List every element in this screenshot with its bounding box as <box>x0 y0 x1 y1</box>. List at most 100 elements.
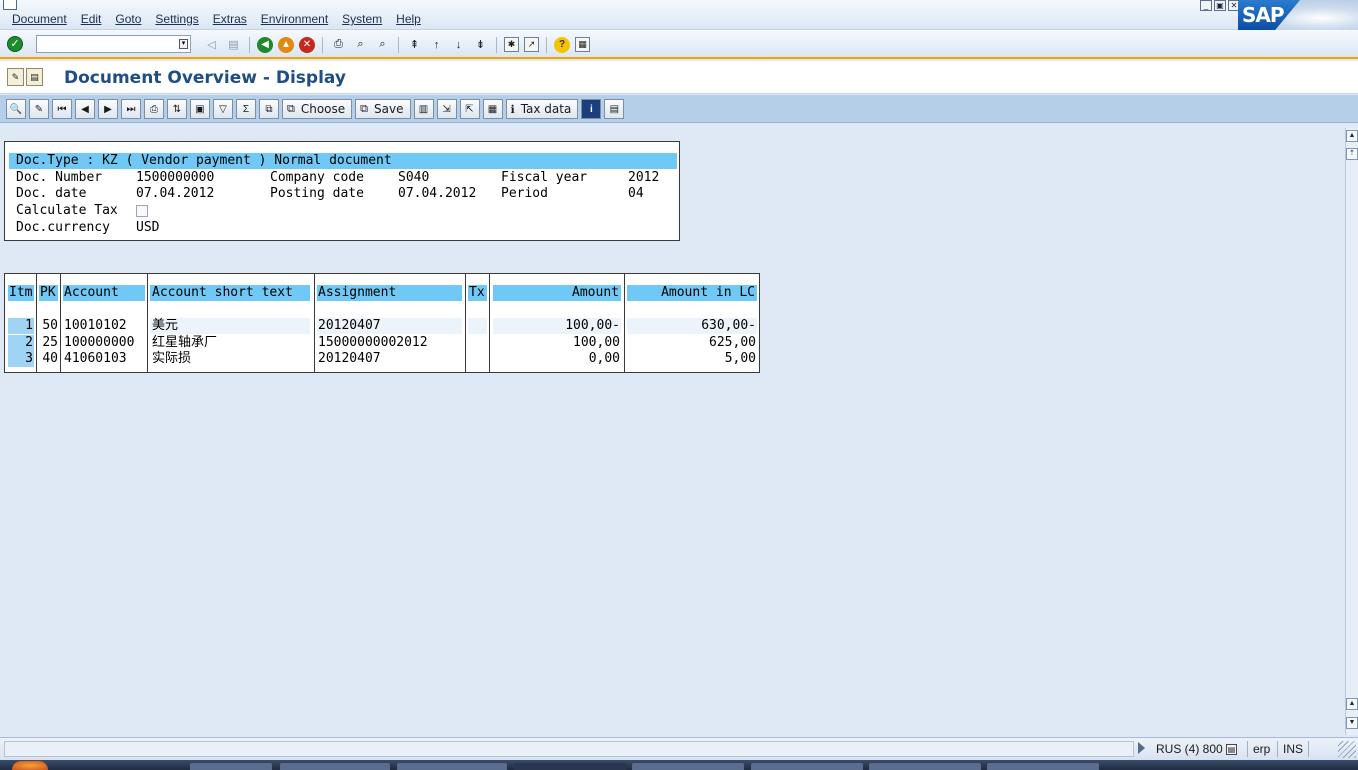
print-icon[interactable]: ⎙ <box>330 36 347 53</box>
column-header-tx[interactable]: Tx <box>468 285 487 301</box>
next-item-icon[interactable]: ▶ <box>98 99 118 119</box>
scroll-top-icon[interactable]: ▲ <box>1346 130 1358 142</box>
toolbar-separator <box>249 36 250 53</box>
last-page-icon[interactable]: ⇟ <box>472 36 489 53</box>
currency-label: Doc.currency <box>16 220 110 235</box>
first-item-icon[interactable]: ⏮ <box>52 99 72 119</box>
cell-account[interactable]: 100000000 <box>64 335 134 351</box>
taskbar-item[interactable] <box>987 763 1099 770</box>
cell-assignment: 15000000002012 <box>318 335 428 350</box>
system-info[interactable]: RUS (4) 800 ▤ <box>1151 741 1238 757</box>
command-input[interactable] <box>37 36 175 52</box>
toolbar-separator <box>322 36 323 53</box>
cell-amount: 100,00- <box>565 318 620 333</box>
column-header-assignment[interactable]: Assignment <box>317 285 462 301</box>
cell-account[interactable]: 41060103 <box>64 351 127 367</box>
print-list-icon[interactable]: ⎙ <box>144 99 164 119</box>
subtotal-icon[interactable]: ⧉ <box>259 99 279 119</box>
edit-pencil-icon[interactable]: ✎ <box>29 99 49 119</box>
period-label: Period <box>501 186 548 201</box>
taskbar-item[interactable] <box>514 763 626 770</box>
row-bg-tx <box>468 318 487 334</box>
back-arrow-icon[interactable]: ◁ <box>203 36 220 53</box>
first-page-icon[interactable]: ⇞ <box>406 36 423 53</box>
save-disk-icon[interactable]: ▤ <box>225 36 242 53</box>
variant-icon[interactable]: ⇱ <box>459 99 480 119</box>
scroll-page-down-icon[interactable]: ▲ <box>1346 698 1358 710</box>
column-header-amount-lc[interactable]: Amount in LC <box>627 285 757 301</box>
start-button-icon[interactable] <box>12 761 48 770</box>
column-divider <box>624 274 625 372</box>
column-header-amount[interactable]: Amount <box>493 285 621 301</box>
menu-document[interactable]: Document <box>12 12 67 26</box>
save-layout-button[interactable]: ⧉ Save <box>355 99 411 119</box>
cell-pk: 40 <box>42 351 58 366</box>
choose-button[interactable]: ⧉ Choose <box>282 99 353 119</box>
document-list-icon[interactable]: ▤ <box>604 99 625 119</box>
system-menu-icon[interactable] <box>3 0 17 10</box>
taskbar-item[interactable] <box>190 763 272 770</box>
info-icon[interactable]: i <box>581 99 602 119</box>
previous-page-icon[interactable]: ↑ <box>428 36 445 53</box>
shortcut-icon[interactable]: ↗ <box>524 37 539 52</box>
vertical-scrollbar[interactable]: ▲ ⇡ ▲ ▼ <box>1345 128 1358 735</box>
print-preview-icon[interactable]: ▣ <box>190 99 210 119</box>
back-icon[interactable]: ◀ <box>257 36 273 53</box>
minimize-icon[interactable]: _ <box>1200 0 1212 11</box>
display-change-icon[interactable]: ✎ <box>7 68 24 86</box>
total-sum-icon[interactable]: Σ <box>236 99 256 119</box>
layout-menu-icon[interactable]: ▦ <box>575 37 590 52</box>
status-expand-icon[interactable] <box>1138 742 1145 754</box>
cell-account[interactable]: 10010102 <box>64 318 127 334</box>
cell-amount-lc: 625,00 <box>709 335 756 350</box>
help-icon[interactable]: ? <box>554 36 570 53</box>
calculator-icon[interactable]: ▦ <box>482 99 503 119</box>
calculate-tax-checkbox[interactable] <box>136 205 148 217</box>
menu-edit[interactable]: Edit <box>81 12 102 26</box>
tax-data-button[interactable]: ℹ Tax data <box>505 99 579 119</box>
column-header-pk[interactable]: PK <box>39 285 58 301</box>
sort-icon[interactable]: ⇅ <box>167 99 187 119</box>
column-header-short-text[interactable]: Account short text <box>150 285 310 301</box>
column-settings-icon[interactable]: ▥ <box>413 99 434 119</box>
menu-help[interactable]: Help <box>396 12 421 26</box>
previous-item-icon[interactable]: ◀ <box>75 99 95 119</box>
taskbar-item[interactable] <box>869 763 981 770</box>
taskbar-item[interactable] <box>280 763 390 770</box>
taskbar-item[interactable] <box>751 763 863 770</box>
export-icon[interactable]: ⇲ <box>436 99 457 119</box>
column-divider <box>36 274 37 372</box>
find-next-icon[interactable]: ⌕ <box>374 36 391 53</box>
scroll-page-up-icon[interactable]: ⇡ <box>1346 148 1358 160</box>
display-icon[interactable]: 🔍 <box>6 99 26 119</box>
menu-environment[interactable]: Environment <box>261 12 328 26</box>
enter-checkmark-icon[interactable]: ✓ <box>7 36 23 52</box>
taskbar-item[interactable] <box>397 763 507 770</box>
column-header-itm[interactable]: Itm <box>8 285 34 301</box>
command-history-icon[interactable]: ▾ <box>179 39 188 49</box>
resize-grip-icon[interactable] <box>1338 741 1356 758</box>
column-header-account[interactable]: Account <box>63 285 145 301</box>
menu-extras[interactable]: Extras <box>213 12 247 26</box>
scroll-bottom-icon[interactable]: ▼ <box>1346 717 1358 729</box>
cell-assignment: 20120407 <box>318 318 381 333</box>
last-item-icon[interactable]: ⏭ <box>121 99 141 119</box>
filter-icon[interactable]: ▽ <box>213 99 233 119</box>
cancel-icon[interactable]: ✕ <box>299 36 315 53</box>
menu-goto[interactable]: Goto <box>115 12 141 26</box>
menu-system[interactable]: System <box>342 12 382 26</box>
menu-settings[interactable]: Settings <box>155 12 198 26</box>
taskbar-item[interactable] <box>632 763 744 770</box>
page-title: Document Overview - Display <box>64 68 346 88</box>
standard-toolbar: ✓ ▾ ◁ ▤ ◀ ▲ ✕ ⎙ ⌕ ⌕ ⇞ ↑ ↓ ⇟ ✱ ↗ ? ▦ <box>0 30 1358 59</box>
document-icon[interactable]: ▤ <box>26 68 43 86</box>
restore-icon[interactable]: ▣ <box>1214 0 1226 11</box>
new-session-icon[interactable]: ✱ <box>504 37 519 52</box>
cell-amount-lc: 630,00- <box>701 318 756 333</box>
next-page-icon[interactable]: ↓ <box>450 36 467 53</box>
menu-bar: Document Edit Goto Settings Extras Envir… <box>0 0 1358 30</box>
system-info-dropdown-icon[interactable]: ▤ <box>1226 744 1238 756</box>
find-icon[interactable]: ⌕ <box>352 36 369 53</box>
info-icon: ℹ <box>510 102 515 116</box>
exit-icon[interactable]: ▲ <box>278 36 294 53</box>
